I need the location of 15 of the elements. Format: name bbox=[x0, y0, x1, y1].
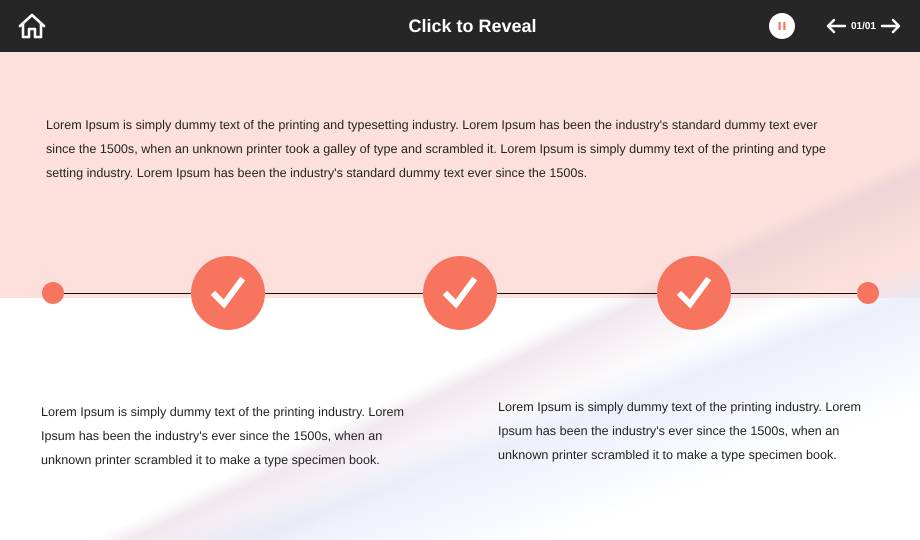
back-arrow-icon[interactable] bbox=[824, 18, 847, 34]
next-arrow-icon[interactable] bbox=[880, 18, 902, 34]
intro-paragraph: Lorem Ipsum is simply dummy text of the printing and typesetting industry. Lorem Ipsum has been the industry's standard dummy text ever since the 1500s, when an unknown printer took a galley of type and scrambled it. Lorem Ipsum is simply dummy text of the printing and type setting industry. Lorem Ipsum has been the industry's standard dummy text ever since the 1500s. bbox=[46, 117, 827, 182]
checkmark-icon bbox=[442, 275, 478, 311]
checkmark-icon bbox=[210, 275, 246, 311]
timeline-dot bbox=[857, 282, 879, 304]
page-counter: 01/01 bbox=[850, 20, 876, 32]
pause-icon bbox=[776, 21, 787, 31]
reveal-paragraph: Lorem Ipsum is simply dummy text of the printing industry. Lorem Ipsum has been the industry's ever since the 1500s, when an unknown printer scrambled it to make a type specimen book. bbox=[41, 404, 406, 469]
home-icon[interactable] bbox=[18, 13, 46, 39]
checkmark-icon bbox=[676, 275, 712, 311]
timeline-dot bbox=[42, 282, 64, 304]
reveal-paragraph: Lorem Ipsum is simply dummy text of the printing industry. Lorem Ipsum has been the industry's ever since the 1500s, when an unknown printer scrambled it to make a type specimen book. bbox=[498, 399, 862, 464]
pause-button[interactable] bbox=[768, 13, 795, 39]
page-title: Click to Reveal bbox=[407, 16, 538, 36]
